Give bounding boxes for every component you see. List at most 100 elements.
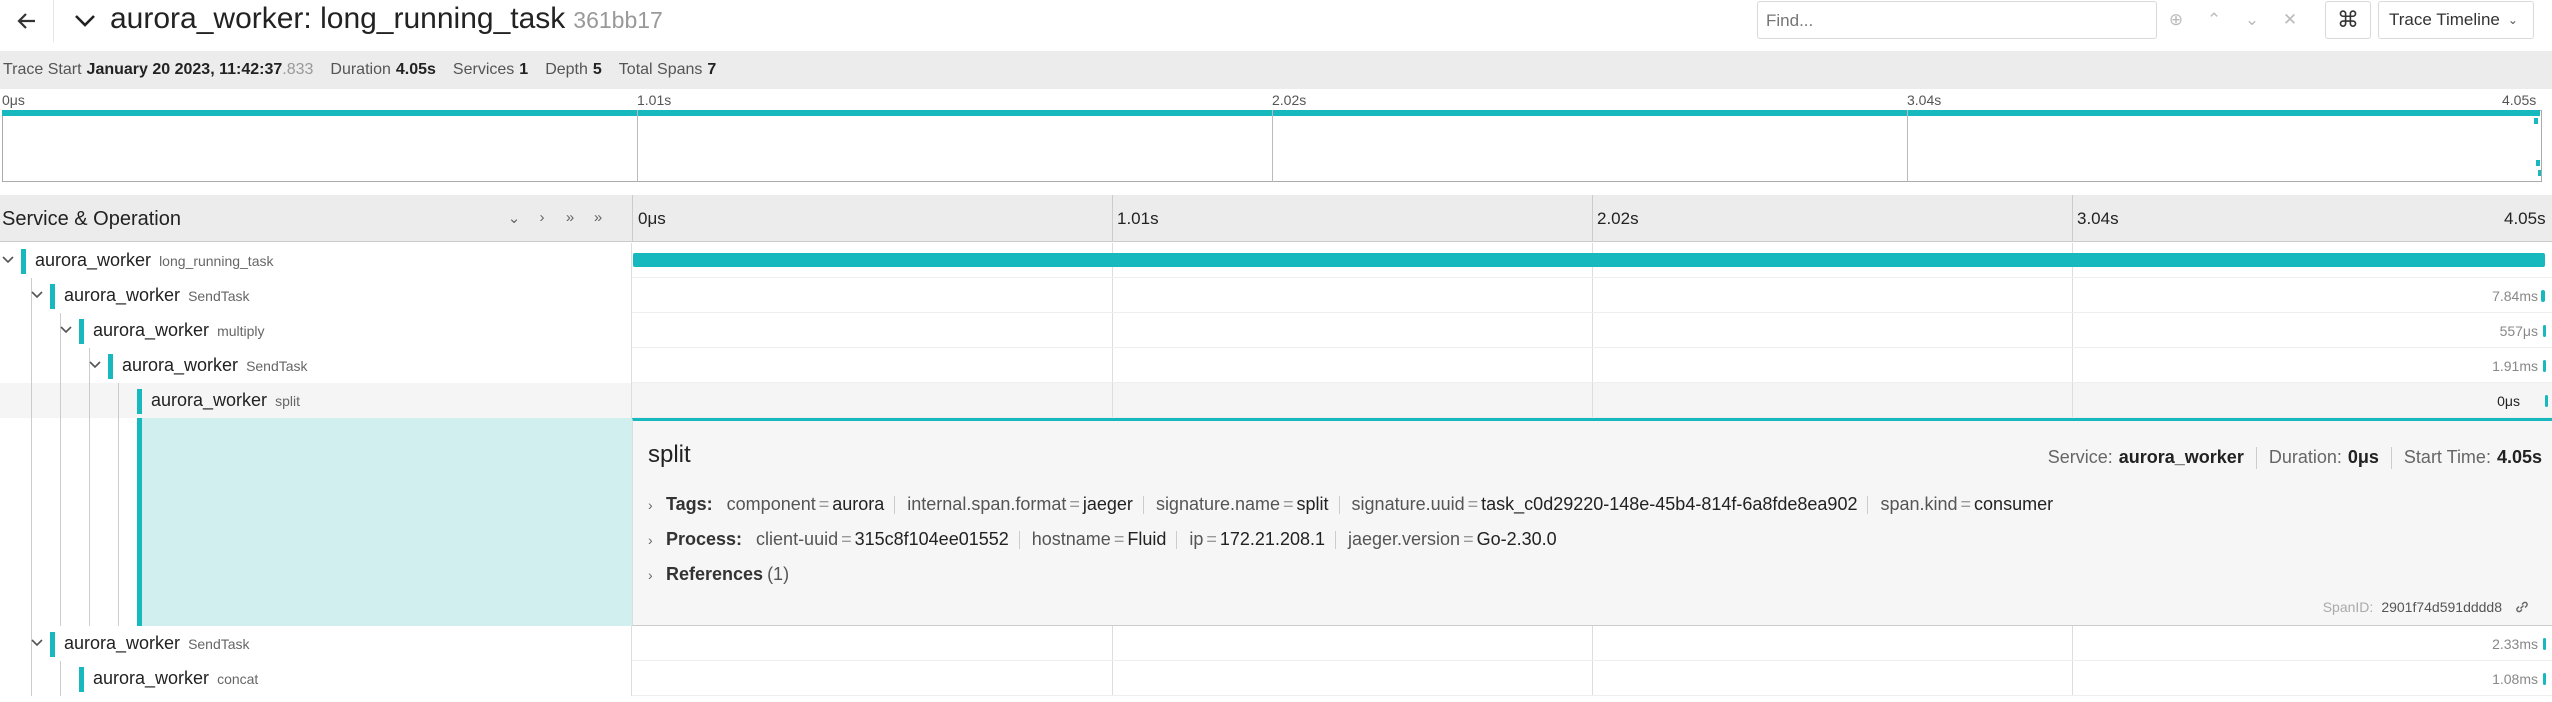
timeline-gridline [1112,195,1113,242]
service-color-bar [79,667,84,692]
timeline-gridline [1112,278,1113,313]
close-icon[interactable]: ✕ [2271,10,2309,30]
span-label[interactable]: aurora_worker SendTask [64,633,250,654]
timeline-tick: 2.02s [1597,209,1639,228]
duration-label: Duration [330,61,391,78]
span-bar[interactable] [2543,673,2547,685]
span-label[interactable]: aurora_worker concat [93,668,258,689]
arrow-left-icon [16,13,35,29]
span-label[interactable]: aurora_worker long_running_task [35,250,273,271]
tag-item: signature.uuid = task_c0d29220-148e-45b4-8… [1352,494,1858,515]
span-name-cell[interactable]: aurora_worker SendTask [0,278,632,313]
tree-guide [31,661,32,696]
service-name: aurora_worker [35,250,152,270]
span-bar[interactable] [2543,638,2547,650]
span-duration-label: 1.91ms [2492,358,2538,374]
find-controls: ⊕ ⌃ ⌄ ✕ [2157,1,2309,39]
span-name-cell[interactable]: aurora_worker multiply [0,313,632,348]
span-row[interactable]: aurora_worker SendTask 7.84ms [0,278,2552,313]
span-label[interactable]: aurora_worker split [151,390,300,411]
start-time-label: Start Time: [2403,447,2491,467]
span-label[interactable]: aurora_worker SendTask [122,355,308,376]
equals-sign: = [841,529,852,549]
duration-label: Duration: [2268,447,2342,467]
find-input[interactable] [1766,10,2106,32]
tree-guide [60,661,61,696]
timeline-tick: 4.05s [2504,209,2546,228]
trace-minimap[interactable]: 0μs 1.01s 2.02s 3.04s 4.05s [0,90,2552,186]
span-row[interactable]: aurora_worker multiply 557μs [0,313,2552,348]
chevron-up-icon[interactable]: ⌃ [2195,10,2233,30]
span-row[interactable]: aurora_worker SendTask 2.33ms [0,626,2552,661]
span-row[interactable]: aurora_worker concat 1.08ms [0,661,2552,696]
collapse-one-icon[interactable]: › [530,209,554,227]
collapse-all-icon[interactable]: » [586,209,610,227]
span-name-cell[interactable]: aurora_worker split [0,383,632,418]
span-label[interactable]: aurora_worker multiply [93,320,265,341]
divider [1018,530,1020,549]
tags-section[interactable]: › Tags: component = aurora internal.span.fo… [648,494,2063,515]
trace-title: aurora_worker: long_running_task 361bb17 [110,2,663,36]
total-spans-label: Total Spans [618,61,703,78]
span-name-cell[interactable]: aurora_worker SendTask [0,626,632,661]
view-select[interactable]: Trace Timeline ⌄ [2378,1,2534,39]
span-duration-label: 1.08ms [2492,671,2538,687]
chevron-down-icon[interactable]: ⌄ [2233,10,2271,30]
timeline-gridline [1592,195,1593,242]
span-name-cell[interactable]: aurora_worker concat [0,661,632,696]
span-bar[interactable] [2541,290,2545,302]
expand-one-icon[interactable]: ⌄ [502,209,526,227]
detail-highlight [141,418,632,626]
span-toggle[interactable] [87,356,103,374]
divider [894,495,896,514]
tree-guide [60,348,61,383]
span-toggle[interactable] [0,251,16,269]
timeline-header-divider[interactable] [632,195,633,242]
chevron-down-icon [31,291,43,299]
span-toggle[interactable] [58,321,74,339]
chevron-down-icon [31,639,43,647]
span-row[interactable]: aurora_worker SendTask 1.91ms [0,348,2552,383]
service-color-bar [50,284,55,309]
link-icon[interactable] [2514,599,2530,615]
references-section[interactable]: › References (1) [648,564,789,585]
collapse-header-button[interactable] [70,4,100,38]
keyboard-shortcuts-button[interactable]: ⌘ [2325,1,2371,39]
span-bar[interactable] [2543,360,2547,372]
span-row[interactable]: aurora_worker split 0μs [0,383,2552,418]
span-bar[interactable] [2545,395,2548,407]
service-name: aurora_worker [93,668,210,688]
divider [1335,530,1336,549]
span-name-cell[interactable]: aurora_worker long_running_task [0,243,632,278]
chevron-right-icon: › [648,531,653,548]
span-row[interactable]: aurora_worker long_running_task [0,243,2552,278]
span-id: SpanID: 2901f74d591dddd8 [2323,599,2530,615]
minimap-span-bar [2,110,2540,116]
start-time-value: 4.05s [2496,447,2542,467]
span-bar[interactable] [633,253,2545,267]
span-label[interactable]: aurora_worker SendTask [64,285,250,306]
span-bar[interactable] [2543,325,2547,337]
tag-key: signature.name [1155,494,1281,514]
span-name-cell[interactable]: aurora_worker SendTask [0,348,632,383]
tree-guide [118,383,119,418]
span-toggle[interactable] [29,286,45,304]
process-value: 172.21.208.1 [1219,529,1325,549]
span-toggle[interactable] [29,634,45,652]
expand-all-icon[interactable]: » [558,209,582,227]
divider [1338,495,1340,514]
minimap-tick: 3.04s [1907,92,1942,108]
tag-key: span.kind [1880,494,1958,514]
trace-page-header: aurora_worker: long_running_task 361bb17 … [0,0,2552,50]
timeline-gridline [1592,348,1593,383]
service-color-bar [137,418,142,626]
divider [1142,495,1144,514]
find-box [1757,1,2157,39]
span-duration-label: 0μs [2497,393,2520,409]
process-value: Go-2.30.0 [1476,529,1557,549]
back-button[interactable] [0,0,54,42]
process-section[interactable]: › Process: client-uuid = 315c8f104ee01552 h… [648,529,1567,550]
services-label: Services [452,61,515,78]
target-icon[interactable]: ⊕ [2157,10,2195,30]
service-name: aurora_worker [64,285,181,305]
